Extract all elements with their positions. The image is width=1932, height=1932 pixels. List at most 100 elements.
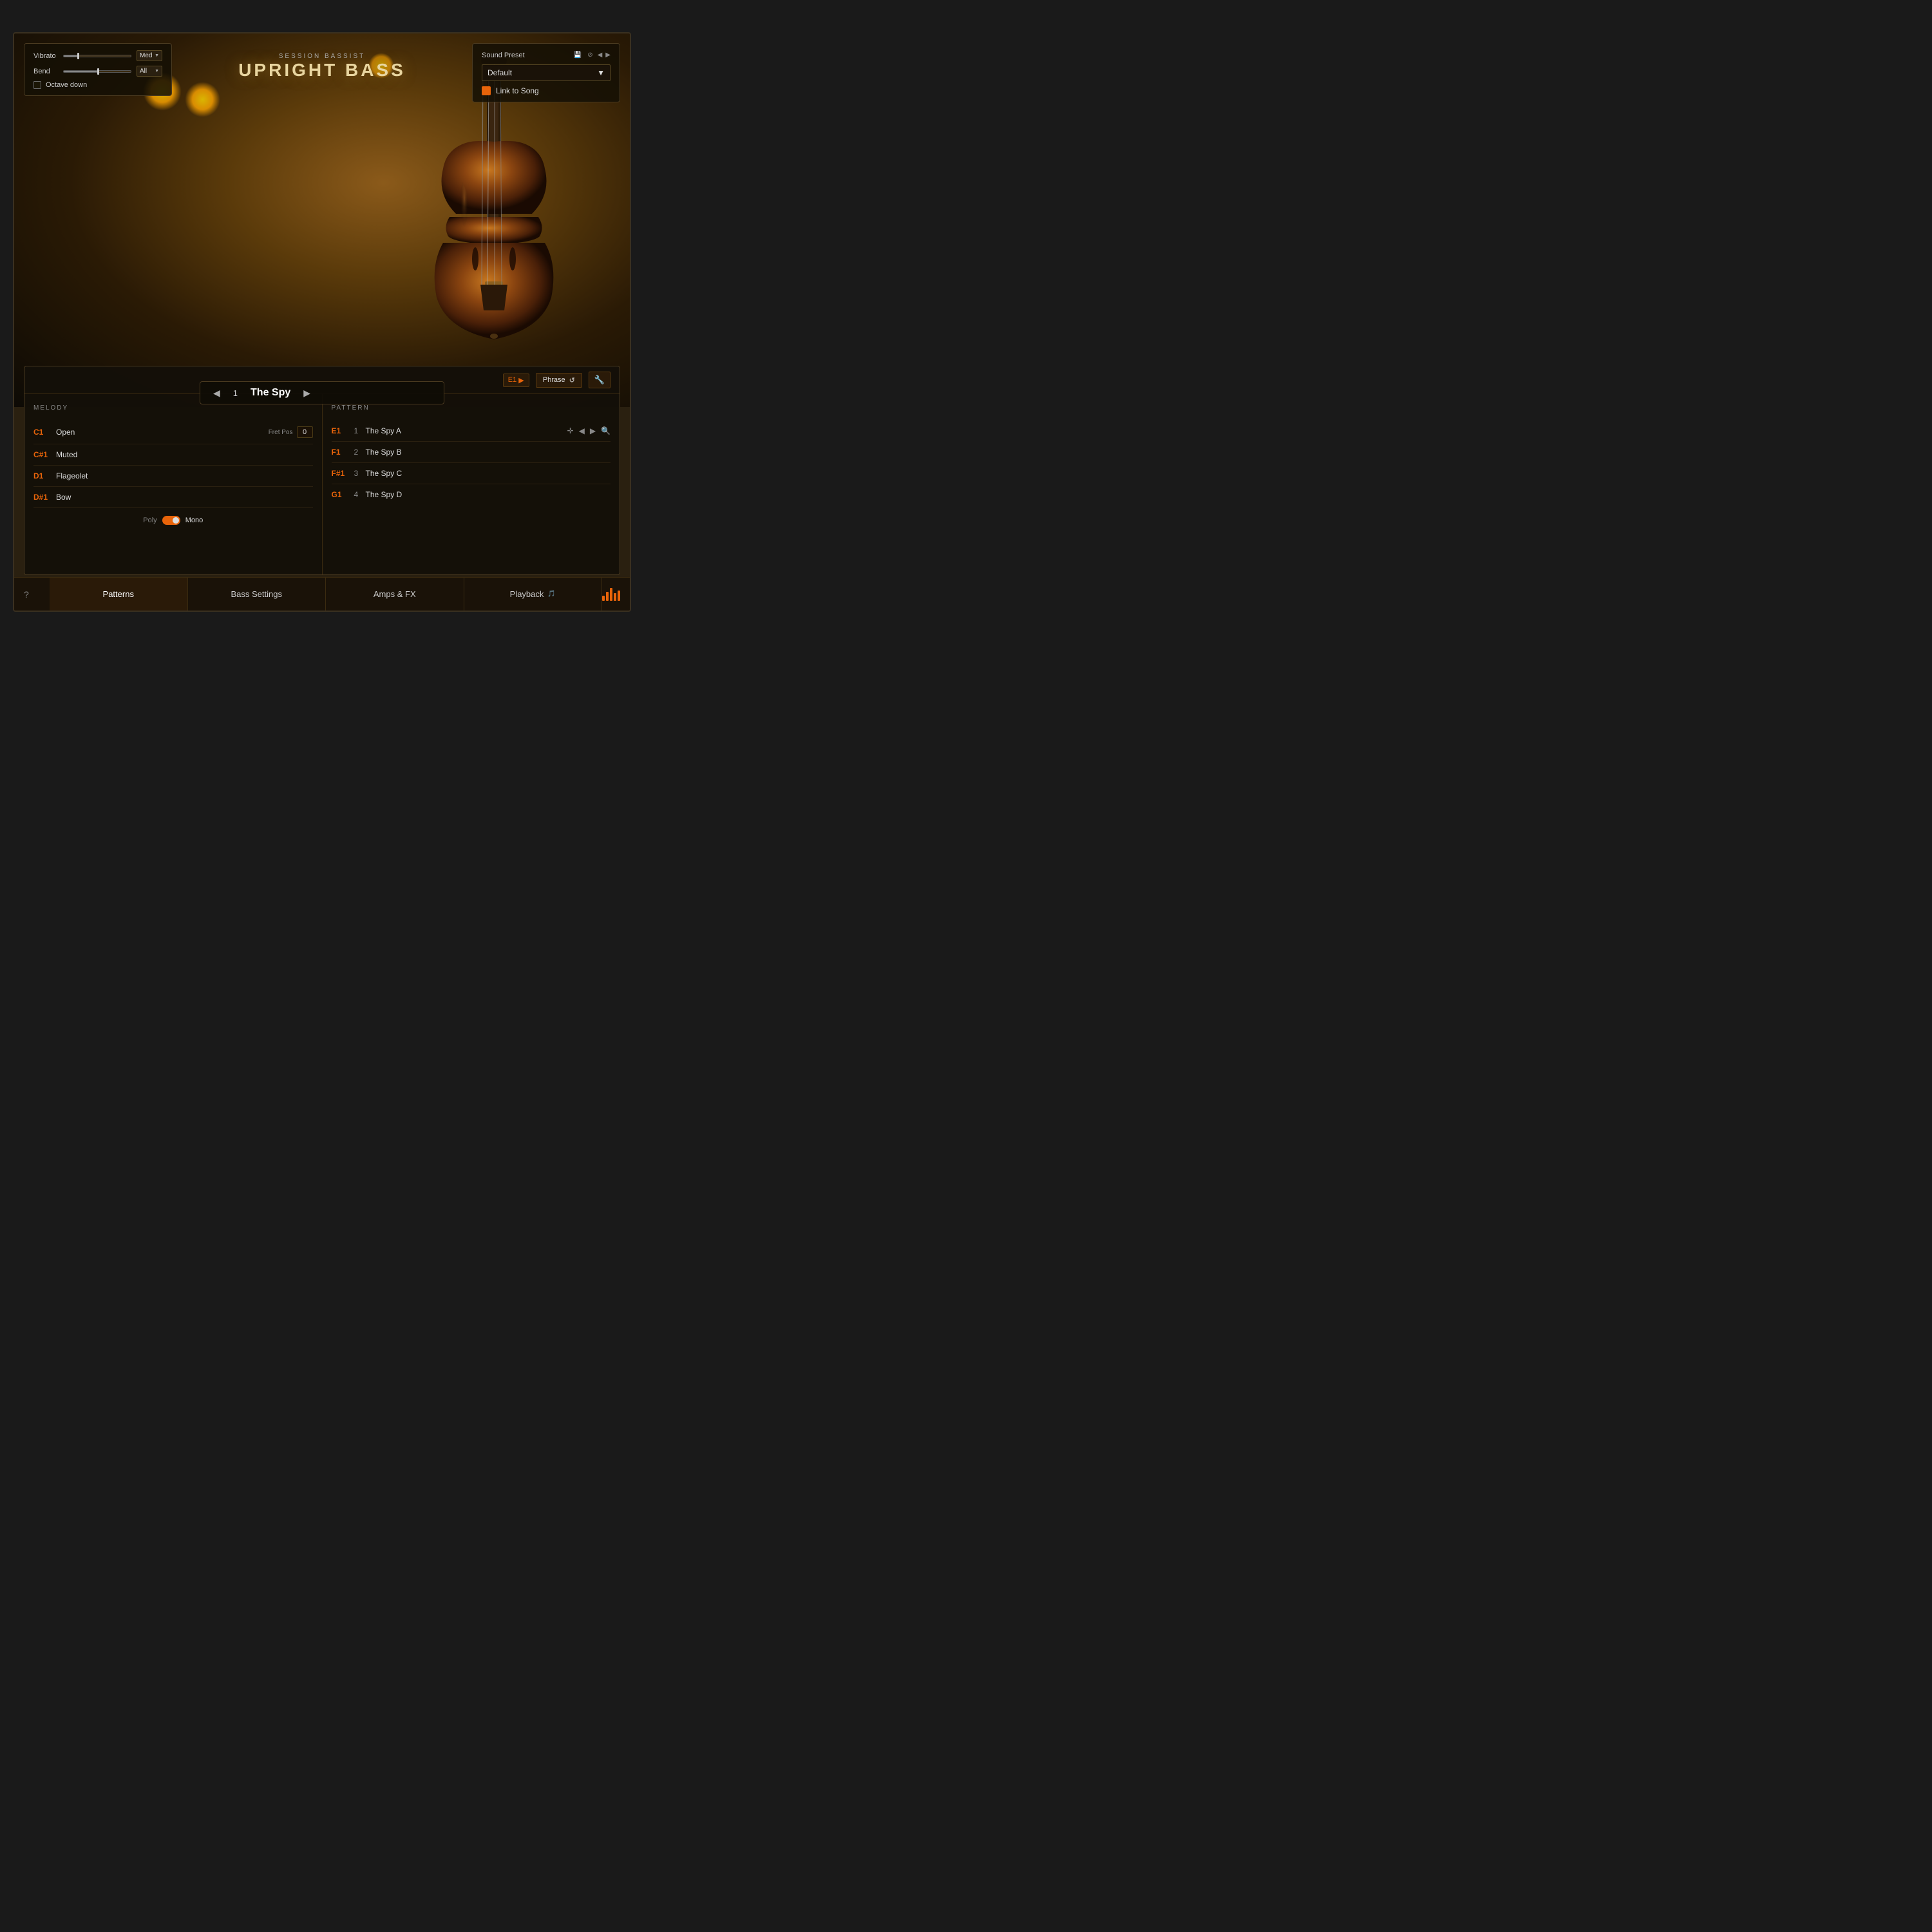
note-name-cs1: Muted (56, 450, 313, 459)
p-name-spy-d: The Spy D (366, 490, 611, 499)
tab-playback[interactable]: Playback 🎵 (464, 578, 603, 611)
meter-bars (602, 588, 620, 601)
note-name-ds1: Bow (56, 493, 313, 502)
tab-bass-settings[interactable]: Bass Settings (188, 578, 327, 611)
melody-row-ds1: D#1 Bow (33, 487, 313, 508)
prev-icon-1[interactable]: ◀ (579, 426, 585, 435)
vibrato-dropdown[interactable]: Med ▼ (137, 50, 162, 61)
octave-row: Octave down (33, 81, 162, 89)
key-badge-label: E1 (508, 376, 516, 384)
prev-song-button[interactable]: ◀ (213, 388, 220, 399)
preset-dropdown[interactable]: Default ▼ (482, 64, 611, 81)
link-to-song-indicator[interactable] (482, 86, 491, 95)
poly-mono-row: Poly Mono (33, 508, 313, 527)
p-num-1: 1 (354, 426, 366, 435)
pattern-row-fs1: F#1 3 The Spy C (332, 463, 611, 484)
move-icon-1[interactable]: ✛ (567, 426, 574, 435)
save-preset-icon[interactable]: 💾 (573, 50, 583, 60)
pattern-icons-1: ✛ ◀ ▶ 🔍 (567, 426, 611, 435)
fret-pos-label: Fret Pos (269, 429, 293, 436)
next-icon-1[interactable]: ▶ (590, 426, 596, 435)
note-key-d1: D1 (33, 471, 56, 480)
playback-tab-content: Playback 🎵 (510, 589, 556, 599)
note-key-c1: C1 (33, 428, 56, 437)
vibrato-value: Med (140, 52, 152, 59)
bend-dropdown[interactable]: All ▼ (137, 66, 162, 77)
tab-amps-fx-label: Amps & FX (374, 589, 416, 599)
note-name-c1: Open (56, 428, 269, 437)
song-selector: ◀ 1 The Spy ▶ (200, 381, 444, 404)
pattern-row-f1: F1 2 The Spy B (332, 442, 611, 463)
prev-preset-icon[interactable]: ◀ (598, 52, 603, 59)
poly-label: Poly (143, 516, 156, 524)
note-name-d1: Flageolet (56, 471, 313, 480)
melody-panel: MELODY C1 Open Fret Pos 0 C#1 Muted D1 F… (24, 394, 323, 574)
note-key-cs1: C#1 (33, 450, 56, 459)
vibrato-slider[interactable] (63, 55, 131, 57)
session-bassist-label: SESSION BASSIST (238, 53, 406, 60)
bend-slider[interactable] (63, 70, 131, 73)
sound-preset-label: Sound Preset (482, 52, 525, 59)
mono-label: Mono (185, 516, 204, 524)
vibrato-row: Vibrato Med ▼ (33, 50, 162, 61)
bend-row: Bend All ▼ (33, 66, 162, 77)
key-badge[interactable]: E1 ▶ (503, 374, 529, 387)
pattern-panel: PATTERN E1 1 The Spy A ✛ ◀ ▶ 🔍 F1 2 The (323, 394, 620, 574)
vibrato-label: Vibrato (33, 52, 58, 60)
playback-midi-icon: 🎵 (547, 591, 555, 598)
tab-amps-fx[interactable]: Amps & FX (326, 578, 464, 611)
song-name: The Spy (251, 387, 290, 399)
link-to-song-row: Link to Song (482, 86, 611, 95)
melody-row-c1: C1 Open Fret Pos 0 (33, 421, 313, 444)
help-button[interactable]: ? (24, 589, 50, 600)
p-name-spy-b: The Spy B (366, 448, 611, 457)
bend-label: Bend (33, 68, 58, 75)
meter-bar-5 (618, 591, 620, 601)
song-number: 1 (233, 388, 238, 398)
meter-bar-4 (614, 593, 616, 601)
poly-mono-toggle[interactable] (162, 516, 180, 525)
preset-arrow-icon: ▼ (597, 68, 605, 77)
meter-bar-3 (610, 588, 612, 601)
tab-playback-label: Playback (510, 589, 544, 599)
panel-content: MELODY C1 Open Fret Pos 0 C#1 Muted D1 F… (24, 394, 620, 574)
bend-value: All (140, 68, 147, 75)
pattern-row-g1: G1 4 The Spy D (332, 484, 611, 505)
app-container: SESSION BASSIST UPRIGHT BASS Vibrato Med… (13, 32, 631, 612)
melody-title: MELODY (33, 404, 313, 412)
vibrato-arrow-icon: ▼ (155, 53, 159, 58)
link-to-song-label: Link to Song (496, 86, 539, 95)
key-badge-arrow: ▶ (518, 376, 524, 384)
p-key-e1: E1 (332, 426, 354, 435)
sound-preset-header: Sound Preset 💾 ⊘ ◀ ▶ (482, 50, 611, 60)
pattern-title: PATTERN (332, 404, 611, 412)
delete-preset-icon[interactable]: ⊘ (586, 50, 594, 60)
p-num-3: 3 (354, 469, 366, 478)
p-key-f1: F1 (332, 448, 354, 457)
note-key-ds1: D#1 (33, 493, 56, 502)
octave-checkbox[interactable] (33, 81, 41, 89)
top-right-controls: Sound Preset 💾 ⊘ ◀ ▶ Default ▼ Link to S… (472, 43, 620, 102)
preset-icons: 💾 ⊘ ◀ ▶ (573, 50, 611, 60)
next-preset-icon[interactable]: ▶ (605, 52, 611, 59)
tab-patterns[interactable]: Patterns (50, 578, 188, 611)
bg-light-2 (185, 82, 220, 117)
fret-pos-value[interactable]: 0 (297, 426, 313, 438)
p-num-4: 4 (354, 490, 366, 499)
p-name-spy-c: The Spy C (366, 469, 611, 478)
tab-bass-settings-label: Bass Settings (231, 589, 283, 599)
p-key-g1: G1 (332, 490, 354, 499)
refresh-icon: ↺ (569, 376, 575, 384)
search-icon-1[interactable]: 🔍 (601, 426, 611, 435)
top-left-controls: Vibrato Med ▼ Bend All ▼ Octave down (24, 43, 172, 96)
title-area: SESSION BASSIST UPRIGHT BASS (238, 53, 406, 80)
octave-label: Octave down (46, 81, 87, 89)
phrase-button[interactable]: Phrase ↺ (536, 373, 582, 388)
next-song-button[interactable]: ▶ (303, 388, 310, 399)
melody-row-cs1: C#1 Muted (33, 444, 313, 466)
tab-patterns-label: Patterns (103, 589, 134, 599)
p-name-spy-a: The Spy A (366, 426, 567, 435)
wrench-button[interactable]: 🔧 (589, 372, 611, 388)
instrument-title: UPRIGHT BASS (238, 60, 406, 80)
p-num-2: 2 (354, 448, 366, 457)
